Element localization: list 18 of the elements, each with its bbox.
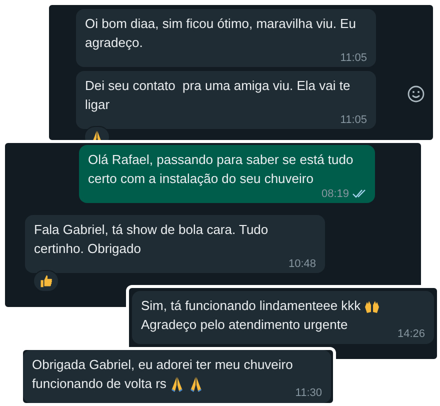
message-time: 11:05 (340, 113, 367, 127)
thumbs-up-icon (39, 274, 53, 288)
message-text: Olá Rafael, passando para saber se está tudo certo com a instalação do seu chuveiro (88, 151, 354, 188)
message-text: Sim, tá funcionando lindamenteee kkk (141, 297, 361, 315)
message-time: 11:05 (340, 51, 367, 65)
message-text: Oi bom diaa, sim ficou ótimo, maravilha viu. Eu agradeço. (85, 15, 357, 52)
message-text: Agradeço pelo atendimento urgente (141, 316, 348, 334)
message-time: 08:19 (321, 187, 349, 201)
message-time: 11:30 (295, 386, 322, 400)
praying-hands-icon (188, 376, 204, 392)
message-time: 10:48 (288, 257, 316, 271)
message-text: Obrigada Gabriel, eu adorei ter meu chuveiro (32, 356, 293, 374)
praying-hands-icon (169, 376, 186, 392)
message-text: Dei seu contato pra uma amiga viu. Ela vai te ligar (85, 77, 352, 114)
emoji-icon (407, 85, 425, 103)
message-time: 14:26 (397, 327, 425, 341)
message-text: Fala Gabriel, tá show de bola cara. Tudo certinho. Obrigado (34, 221, 270, 258)
message-text: funcionando de volta rs (32, 375, 166, 393)
